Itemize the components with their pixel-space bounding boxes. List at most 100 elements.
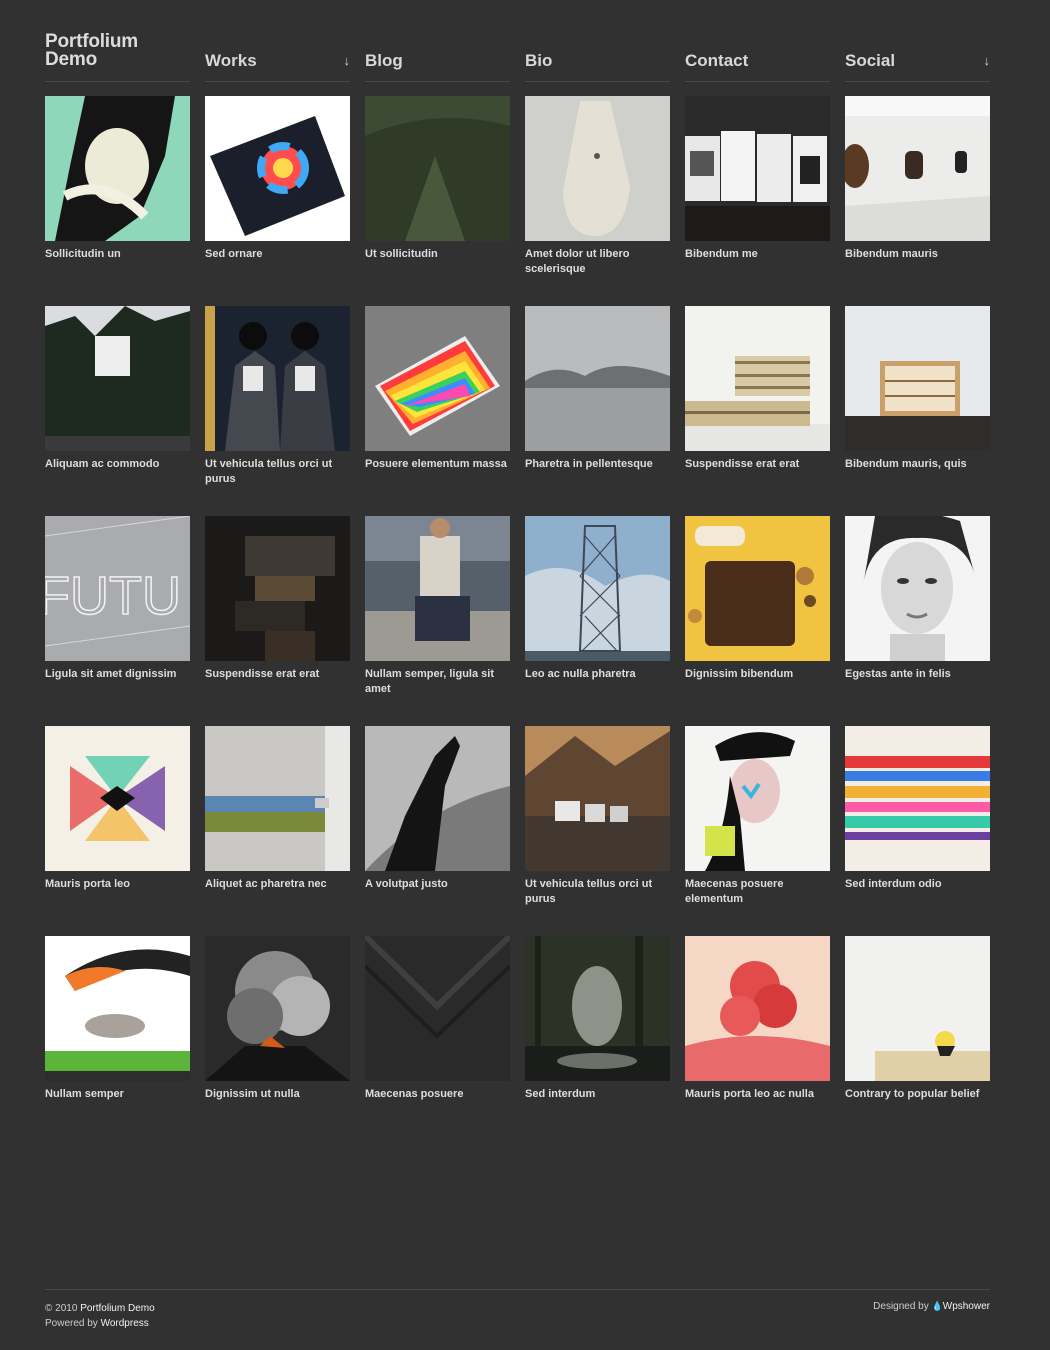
portfolio-caption[interactable]: Aliquet ac pharetra nec <box>205 877 350 892</box>
portfolio-caption[interactable]: Suspendisse erat erat <box>205 667 350 682</box>
portfolio-thumbnail[interactable] <box>525 96 670 241</box>
portfolio-thumbnail[interactable] <box>45 726 190 871</box>
portfolio-caption[interactable]: Suspendisse erat erat <box>685 457 830 472</box>
nav-contact[interactable]: Contact <box>685 33 830 82</box>
nav-bio[interactable]: Bio <box>525 33 670 82</box>
portfolio-caption[interactable]: Egestas ante in felis <box>845 667 990 682</box>
portfolio-caption[interactable]: Sollicitudin un <box>45 247 190 262</box>
portfolio-caption[interactable]: Dignissim bibendum <box>685 667 830 682</box>
portfolio-item[interactable]: Mauris porta leo ac nulla <box>685 936 830 1102</box>
portfolio-item[interactable]: Nullam semper, ligula sit amet <box>365 516 510 697</box>
portfolio-caption[interactable]: Posuere elementum massa <box>365 457 510 472</box>
portfolio-caption[interactable]: Pharetra in pellentesque <box>525 457 670 472</box>
portfolio-thumbnail[interactable] <box>845 516 990 661</box>
portfolio-caption[interactable]: Bibendum mauris, quis <box>845 457 990 472</box>
portfolio-thumbnail[interactable] <box>365 96 510 241</box>
portfolio-thumbnail[interactable] <box>845 936 990 1081</box>
portfolio-thumbnail[interactable] <box>525 306 670 451</box>
portfolio-item[interactable]: Suspendisse erat erat <box>205 516 350 682</box>
footer-site-link[interactable]: Portfolium Demo <box>80 1303 154 1314</box>
portfolio-caption[interactable]: Nullam semper, ligula sit amet <box>365 667 510 697</box>
portfolio-item[interactable]: Aliquet ac pharetra nec <box>205 726 350 892</box>
portfolio-item[interactable]: Ut vehicula tellus orci ut purus <box>205 306 350 487</box>
portfolio-caption[interactable]: Ligula sit amet dignissim <box>45 667 190 682</box>
portfolio-caption[interactable]: Dignissim ut nulla <box>205 1087 350 1102</box>
nav-blog[interactable]: Blog <box>365 33 510 82</box>
portfolio-item[interactable]: Sed ornare <box>205 96 350 262</box>
portfolio-caption[interactable]: Sed interdum odio <box>845 877 990 892</box>
portfolio-thumbnail[interactable] <box>205 96 350 241</box>
portfolio-thumbnail[interactable] <box>205 726 350 871</box>
arrow-down-icon[interactable]: ↓ <box>344 53 351 68</box>
portfolio-item[interactable]: Contrary to popular belief <box>845 936 990 1102</box>
portfolio-caption[interactable]: Ut sollicitudin <box>365 247 510 262</box>
portfolio-item[interactable]: Bibendum me <box>685 96 830 262</box>
portfolio-thumbnail[interactable] <box>685 96 830 241</box>
portfolio-caption[interactable]: Maecenas posuere <box>365 1087 510 1102</box>
portfolio-item[interactable]: Dignissim bibendum <box>685 516 830 682</box>
portfolio-caption[interactable]: Maecenas posuere elementum <box>685 877 830 907</box>
portfolio-item[interactable]: Ut vehicula tellus orci ut purus <box>525 726 670 907</box>
portfolio-item[interactable]: Maecenas posuere elementum <box>685 726 830 907</box>
portfolio-item[interactable]: Sollicitudin un <box>45 96 190 262</box>
portfolio-thumbnail[interactable]: FUTU <box>45 516 190 661</box>
portfolio-item[interactable]: Nullam semper <box>45 936 190 1102</box>
portfolio-caption[interactable]: Contrary to popular belief <box>845 1087 990 1102</box>
portfolio-thumbnail[interactable] <box>45 936 190 1081</box>
portfolio-item[interactable]: Suspendisse erat erat <box>685 306 830 472</box>
portfolio-thumbnail[interactable] <box>45 306 190 451</box>
designer-link[interactable]: Wpshower <box>943 1301 990 1312</box>
portfolio-item[interactable]: A volutpat justo <box>365 726 510 892</box>
portfolio-caption[interactable]: Leo ac nulla pharetra <box>525 667 670 682</box>
portfolio-thumbnail[interactable] <box>685 726 830 871</box>
portfolio-thumbnail[interactable] <box>685 306 830 451</box>
portfolio-thumbnail[interactable] <box>525 726 670 871</box>
portfolio-item[interactable]: Egestas ante in felis <box>845 516 990 682</box>
portfolio-item[interactable]: Maecenas posuere <box>365 936 510 1102</box>
portfolio-item[interactable]: Aliquam ac commodo <box>45 306 190 472</box>
portfolio-caption[interactable]: Sed interdum <box>525 1087 670 1102</box>
portfolio-item[interactable]: Bibendum mauris, quis <box>845 306 990 472</box>
portfolio-thumbnail[interactable] <box>45 96 190 241</box>
nav-works[interactable]: Works ↓ <box>205 33 350 82</box>
portfolio-caption[interactable]: A volutpat justo <box>365 877 510 892</box>
portfolio-caption[interactable]: Aliquam ac commodo <box>45 457 190 472</box>
portfolio-item[interactable]: FUTU Ligula sit amet dignissim <box>45 516 190 682</box>
portfolio-caption[interactable]: Ut vehicula tellus orci ut purus <box>205 457 350 487</box>
portfolio-caption[interactable]: Mauris porta leo <box>45 877 190 892</box>
portfolio-caption[interactable]: Sed ornare <box>205 247 350 262</box>
portfolio-thumbnail[interactable] <box>365 306 510 451</box>
portfolio-thumbnail[interactable] <box>845 96 990 241</box>
portfolio-caption[interactable]: Bibendum mauris <box>845 247 990 262</box>
portfolio-thumbnail[interactable] <box>525 936 670 1081</box>
portfolio-thumbnail[interactable] <box>525 516 670 661</box>
portfolio-thumbnail[interactable] <box>685 936 830 1081</box>
portfolio-thumbnail[interactable] <box>205 516 350 661</box>
portfolio-item[interactable]: Pharetra in pellentesque <box>525 306 670 472</box>
portfolio-thumbnail[interactable] <box>205 306 350 451</box>
portfolio-item[interactable]: Sed interdum odio <box>845 726 990 892</box>
portfolio-thumbnail[interactable] <box>365 936 510 1081</box>
wordpress-link[interactable]: Wordpress <box>101 1318 149 1329</box>
portfolio-thumbnail[interactable] <box>205 936 350 1081</box>
portfolio-item[interactable]: Dignissim ut nulla <box>205 936 350 1102</box>
arrow-down-icon[interactable]: ↓ <box>984 53 991 68</box>
nav-social[interactable]: Social ↓ <box>845 33 990 82</box>
portfolio-item[interactable]: Sed interdum <box>525 936 670 1102</box>
portfolio-thumbnail[interactable] <box>365 726 510 871</box>
portfolio-caption[interactable]: Bibendum me <box>685 247 830 262</box>
portfolio-thumbnail[interactable] <box>845 726 990 871</box>
site-logo[interactable]: Portfolium Demo <box>45 32 138 69</box>
portfolio-item[interactable]: Posuere elementum massa <box>365 306 510 472</box>
portfolio-caption[interactable]: Nullam semper <box>45 1087 190 1102</box>
portfolio-item[interactable]: Leo ac nulla pharetra <box>525 516 670 682</box>
portfolio-thumbnail[interactable] <box>685 516 830 661</box>
portfolio-thumbnail[interactable] <box>365 516 510 661</box>
portfolio-caption[interactable]: Mauris porta leo ac nulla <box>685 1087 830 1102</box>
portfolio-item[interactable]: Bibendum mauris <box>845 96 990 262</box>
portfolio-caption[interactable]: Ut vehicula tellus orci ut purus <box>525 877 670 907</box>
portfolio-thumbnail[interactable] <box>845 306 990 451</box>
portfolio-caption[interactable]: Amet dolor ut libero scelerisque <box>525 247 670 277</box>
portfolio-item[interactable]: Ut sollicitudin <box>365 96 510 262</box>
portfolio-item[interactable]: Mauris porta leo <box>45 726 190 892</box>
